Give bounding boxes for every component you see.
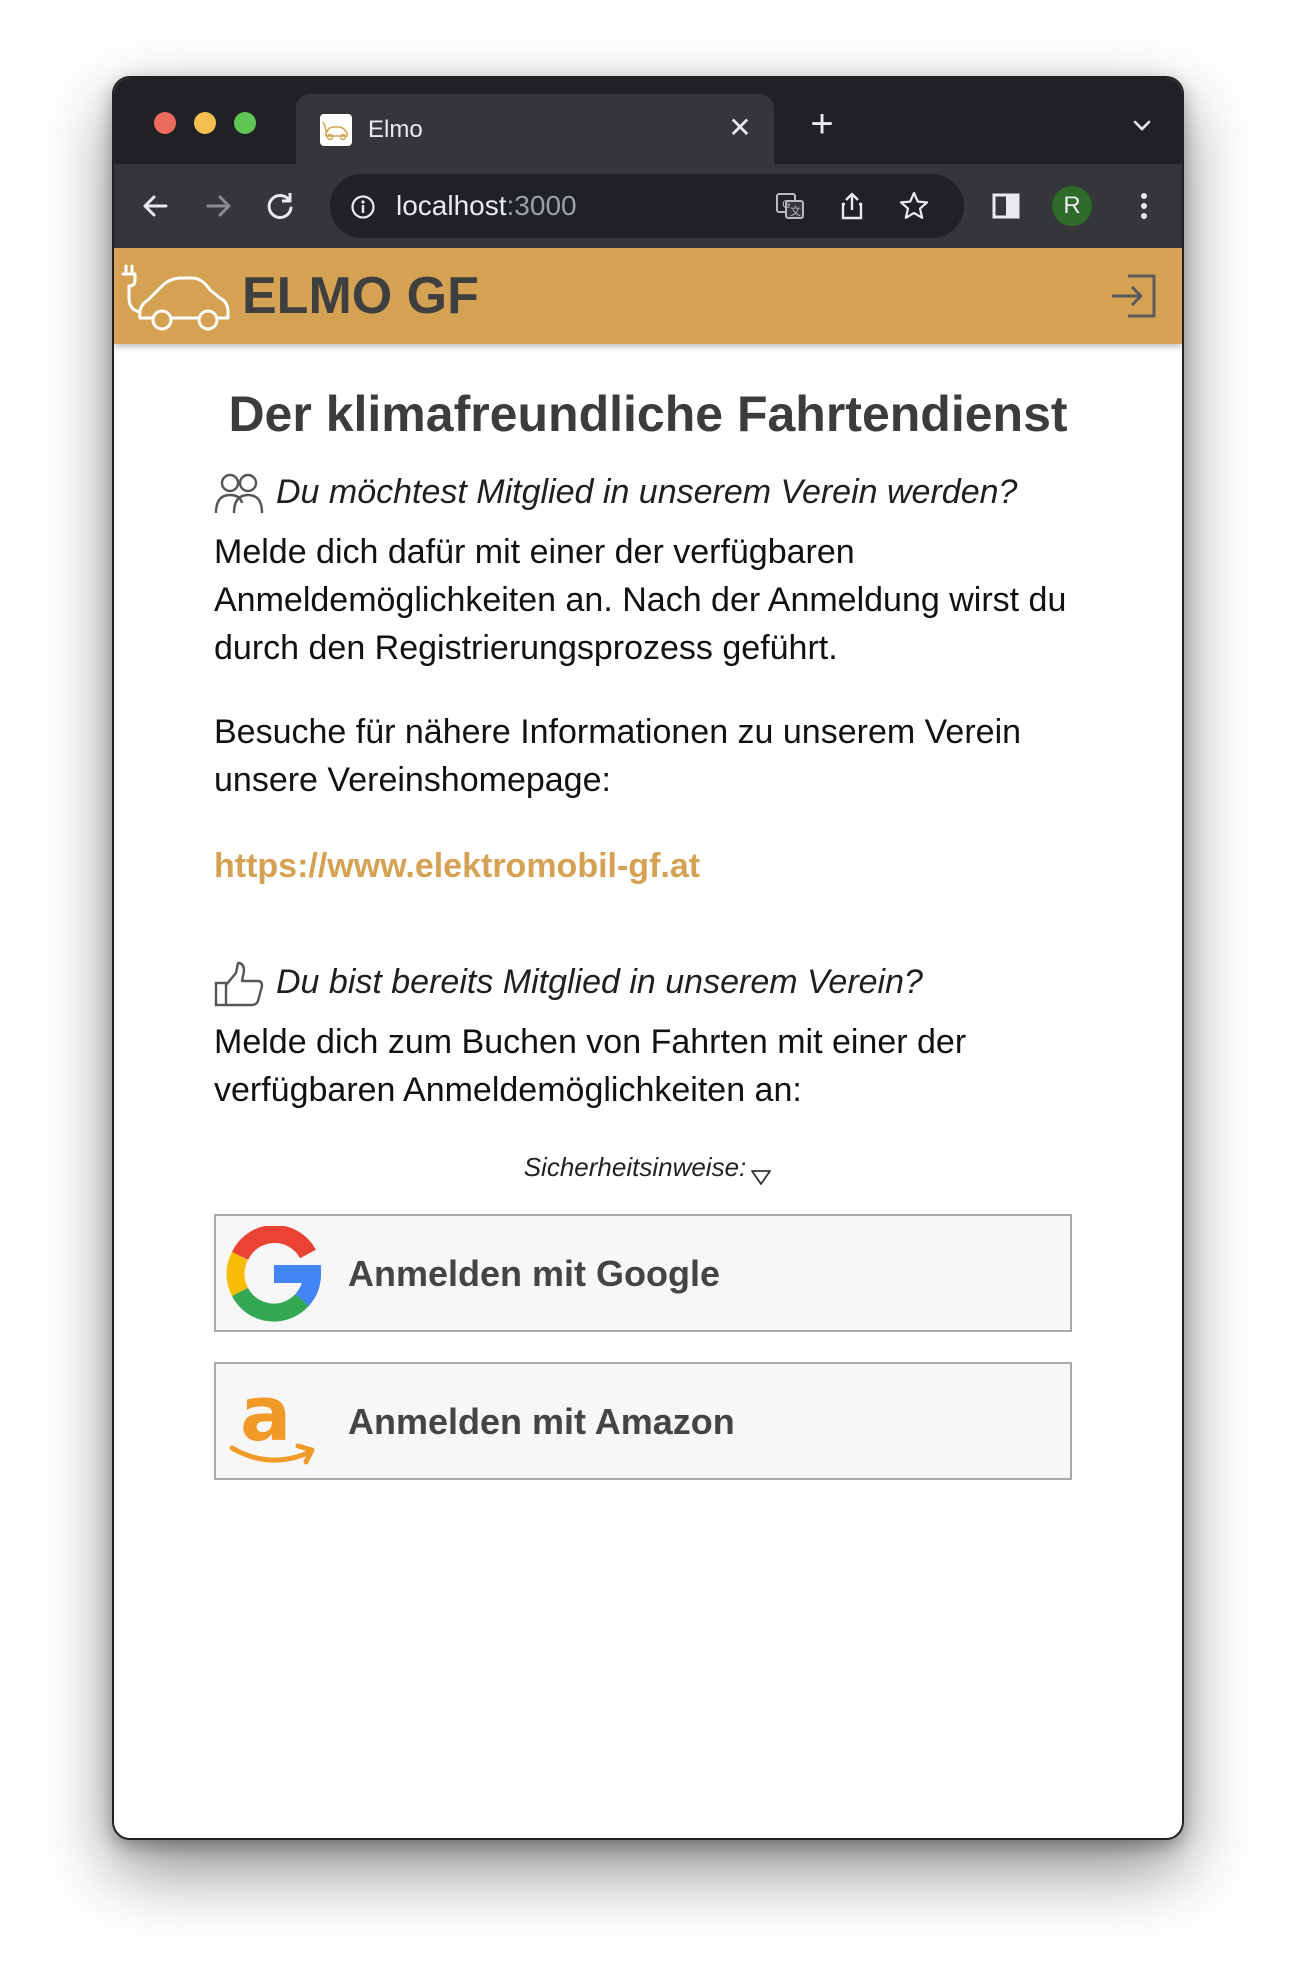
url-host: localhost bbox=[396, 190, 507, 221]
member-text: Melde dich zum Buchen von Fahrten mit ei… bbox=[214, 1023, 967, 1109]
address-bar[interactable]: localhost:3000 G文 bbox=[330, 174, 964, 238]
amazon-logo-icon: a bbox=[226, 1369, 322, 1470]
info-text: Besuche für nähere Informationen zu unse… bbox=[214, 713, 1022, 799]
join-text: Melde dich dafür mit einer der verfügbar… bbox=[214, 533, 1067, 667]
security-hint-label: Sicherheitsinweise: bbox=[523, 1152, 747, 1182]
new-tab-button[interactable]: + bbox=[802, 104, 842, 144]
side-panel-icon[interactable] bbox=[986, 186, 1026, 226]
app-header: ELMO GF bbox=[114, 248, 1182, 344]
translate-icon[interactable]: G文 bbox=[774, 190, 806, 222]
browser-window: Elmo ✕ + localhost:3000 G文 R ELMO GF Der… bbox=[112, 76, 1184, 1840]
homepage-link[interactable]: https://www.elektromobil-gf.at bbox=[214, 844, 700, 888]
tab-search-chevron-icon[interactable] bbox=[1128, 112, 1156, 140]
tab-close-icon[interactable]: ✕ bbox=[724, 112, 756, 144]
maximize-window-button[interactable] bbox=[234, 112, 256, 134]
site-info-icon[interactable] bbox=[350, 194, 376, 220]
svg-text:a: a bbox=[240, 1374, 291, 1458]
tab-elmo[interactable]: Elmo ✕ bbox=[296, 94, 774, 164]
page-title: Der klimafreundliche Fahrtendienst bbox=[228, 386, 1068, 442]
amazon-login-label: Anmelden mit Amazon bbox=[348, 1401, 735, 1442]
close-window-button[interactable] bbox=[154, 112, 176, 134]
google-login-button[interactable]: Anmelden mit Google bbox=[214, 1214, 1072, 1332]
member-question: Du bist bereits Mitglied in unserem Vere… bbox=[214, 960, 923, 1007]
google-login-label: Anmelden mit Google bbox=[348, 1253, 721, 1294]
url-port: :3000 bbox=[506, 190, 577, 221]
amazon-login-button[interactable]: a Anmelden mit Amazon bbox=[214, 1362, 1072, 1480]
join-question-text: Du möchtest Mitglied in unserem Verein w… bbox=[276, 473, 1018, 511]
triangle-down-icon bbox=[750, 1160, 772, 1186]
login-icon[interactable] bbox=[1108, 272, 1160, 320]
profile-avatar[interactable]: R bbox=[1052, 186, 1092, 226]
minimize-window-button[interactable] bbox=[194, 112, 216, 134]
people-icon bbox=[214, 471, 266, 517]
tab-title: Elmo bbox=[368, 116, 423, 143]
reload-icon[interactable] bbox=[260, 186, 300, 226]
security-hint-toggle[interactable]: Sicherheitsinweise: bbox=[114, 1150, 1182, 1186]
favicon-icon bbox=[320, 114, 352, 146]
url-text[interactable]: localhost:3000 bbox=[396, 190, 577, 222]
google-logo-icon bbox=[226, 1224, 322, 1322]
join-question: Du möchtest Mitglied in unserem Verein w… bbox=[214, 470, 1017, 517]
back-arrow-icon[interactable] bbox=[136, 186, 176, 226]
app-title: ELMO GF bbox=[242, 267, 479, 325]
bookmark-star-icon[interactable] bbox=[898, 190, 930, 222]
forward-arrow-icon[interactable] bbox=[198, 186, 238, 226]
svg-text:文: 文 bbox=[790, 204, 801, 218]
thumbs-up-icon bbox=[214, 961, 266, 1007]
member-question-text: Du bist bereits Mitglied in unserem Vere… bbox=[276, 963, 923, 1001]
share-icon[interactable] bbox=[836, 190, 868, 222]
tab-strip: Elmo ✕ + bbox=[114, 78, 1182, 164]
browser-toolbar: localhost:3000 G文 R bbox=[114, 164, 1182, 249]
car-plug-logo-icon[interactable] bbox=[120, 260, 232, 336]
browser-menu-icon[interactable] bbox=[1124, 186, 1164, 226]
